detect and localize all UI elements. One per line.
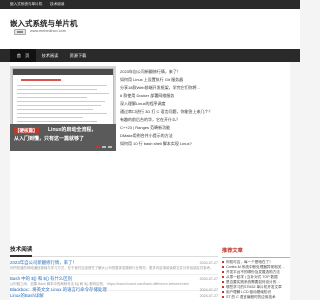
post-divider [10,274,218,275]
main-nav: 首 页 技术阅读 资源下载 [0,49,300,62]
sidebar-divider [222,257,290,258]
bullet-icon [222,286,224,289]
nav-downloads[interactable]: 资源下载 [64,49,92,62]
latest-item[interactable]: 如何用 10 行 bash shell 脚本实现 Linux? [120,140,215,147]
slide-tag: 【硬核篇】 [14,127,39,134]
section-title: 技术阅读 [10,247,33,253]
slide-image [12,68,114,126]
slide-dot-active[interactable] [96,146,100,148]
site-url: www.embedinco.com [30,29,66,33]
bullet-icon [222,296,224,299]
bullet-icon [222,266,224,269]
slide-dot[interactable] [108,146,112,148]
bullet-icon [222,291,224,294]
nav-home[interactable]: 首 页 [10,49,36,62]
featured-slider[interactable]: 【硬核篇】 Linux的启动全流程， 从入门到懂，只有这一篇就够了 [10,66,116,151]
bullet-icon [222,281,224,284]
section-accent [10,255,32,257]
latest-item[interactable]: 如何用 Linux 上设置执行 Git 服务器 [120,76,215,83]
slide-pagination [10,146,116,150]
topbar-site-link[interactable]: 嵌入式系统与单片机 [10,2,42,7]
slide-title-line2[interactable]: 从入门到懂，只有这一篇就够了 [14,136,114,143]
latest-item[interactable]: 通过串口进行 3D 打 C 语言问题，你能答上来几个？ [120,108,215,115]
latest-item[interactable]: 6 款使用 Docker 部署网络服务 [120,92,215,99]
sidebar-item-label: ST 的 C 语言编程时的应用技术 [226,295,276,299]
section-divider [10,256,218,257]
site-logo-icon [14,29,26,35]
top-bar: 嵌入式系统与单片机 技术阅读 [0,0,300,9]
post-date: 2024-07-27 [199,294,218,298]
latest-item[interactable]: 深入理解Linux的程序调度 [120,100,215,107]
nav-tech-reading[interactable]: 技术阅读 [36,49,64,62]
latest-item[interactable]: 有趣的前后台的华，它在开什么？ [120,116,215,123]
sidebar-title: 推荐文章 [222,248,243,254]
latest-item[interactable]: 2023年自公司新翻修行情，来了！ [120,68,215,75]
post-item: Linux的Bash详解 2024-07-27 [10,293,218,299]
latest-item[interactable]: 分享18款Web前端开发框架，学完它们你将… [120,84,215,91]
post-item: 2023年自公司新翻修行情，来了！ 2024-07-27 你所知道的网络通信基础… [10,260,218,275]
site-logo-title[interactable]: 嵌入式系统与单片机 [10,19,78,28]
post-excerpt: 你所知道的网络通信基础与学习方式，在于我们应该首先了解大公司的整体发展和行业情况… [10,266,214,270]
slide-title[interactable]: Linux的启动全流程， [48,127,114,134]
slide-dot[interactable] [102,146,106,148]
bullet-icon [222,261,224,264]
latest-item[interactable]: DMake用例合并小提示的方法 [120,132,215,139]
bullet-icon [222,271,224,274]
bullet-icon [222,276,224,279]
sidebar-item[interactable]: ST 的 C 语言编程时的应用技术 [222,294,290,300]
latest-item[interactable]: C++23 | Ranges 范畴新功能 [120,124,215,131]
topbar-reading-link[interactable]: 技术阅读 [50,2,64,7]
post-title[interactable]: Linux的Bash详解 [10,293,44,299]
